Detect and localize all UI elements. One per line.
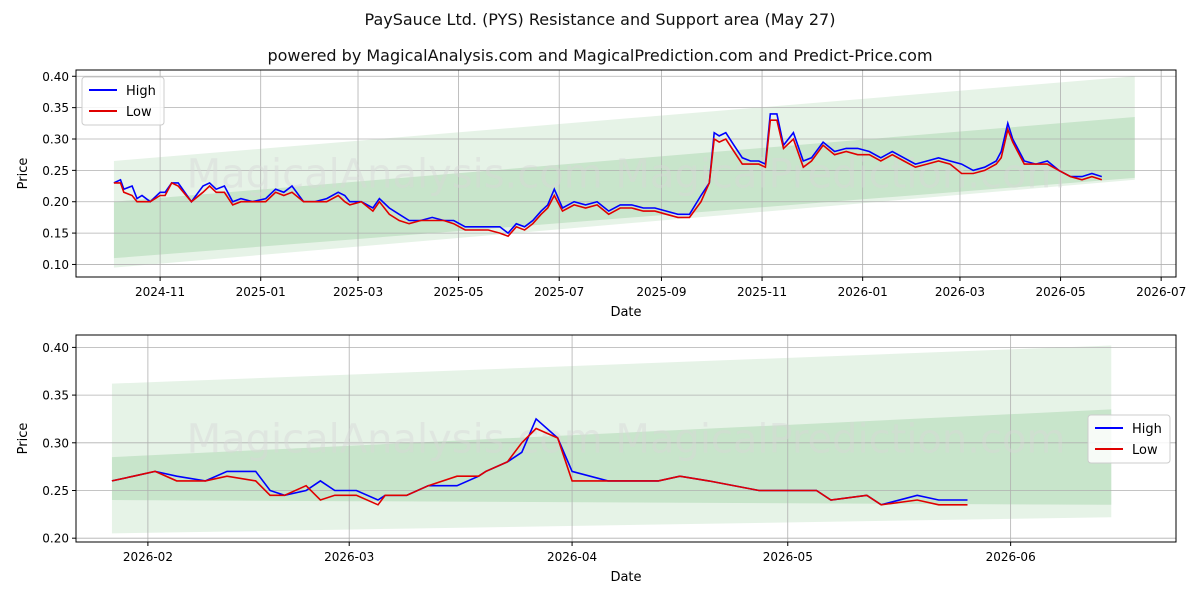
x-tick-label-1-4: 2025-07: [534, 285, 584, 299]
legend-label-high-2: High: [1132, 422, 1162, 437]
chart-panel-2: MagicalAnalysis.com MagicalPrediction.co…: [16, 334, 1177, 585]
legend-1: High Low: [81, 76, 165, 126]
y-tick-label-2-2: 0.30: [42, 436, 69, 450]
x-tick-label-1-0: 2024-11: [135, 285, 185, 299]
legend-2: High Low: [1087, 414, 1171, 464]
y-tick-label-2-4: 0.40: [42, 341, 69, 355]
x-tick-label-1-10: 2026-07: [1136, 285, 1186, 299]
y-tick-label-1-1: 0.15: [42, 227, 69, 241]
y-tick-label-1-0: 0.10: [42, 258, 69, 272]
x-tick-label-2-0: 2026-02: [123, 550, 173, 564]
y-tick-label-2-3: 0.35: [42, 389, 69, 403]
legend-label-low-2: Low: [1132, 443, 1158, 458]
y-tick-label-1-4: 0.30: [42, 133, 69, 147]
y-tick-label-2-0: 0.20: [42, 532, 69, 546]
y-axis-label-2: Price: [16, 423, 31, 455]
y-axis-label-1: Price: [16, 158, 31, 190]
y-tick-label-1-6: 0.40: [42, 70, 69, 84]
x-axis-label-2: Date: [610, 570, 641, 585]
x-tick-label-2-1: 2026-03: [324, 550, 374, 564]
x-tick-label-1-1: 2025-01: [236, 285, 286, 299]
x-tick-label-1-8: 2026-03: [935, 285, 985, 299]
x-tick-label-2-4: 2026-06: [986, 550, 1036, 564]
y-tick-label-2-1: 0.25: [42, 484, 69, 498]
x-axis-label-1: Date: [610, 305, 641, 320]
x-tick-label-1-3: 2025-05: [434, 285, 484, 299]
legend-label-high-1: High: [126, 84, 156, 99]
y-tick-label-1-5: 0.35: [42, 101, 69, 115]
chart-page: PaySauce Ltd. (PYS) Resistance and Suppo…: [0, 0, 1200, 600]
y-tick-label-1-3: 0.25: [42, 164, 69, 178]
x-tick-label-1-9: 2026-05: [1035, 285, 1085, 299]
y-tick-label-1-2: 0.20: [42, 195, 69, 209]
chart-panel-1: MagicalAnalysis.com MagicalPrediction.co…: [16, 69, 1186, 320]
x-tick-label-2-2: 2026-04: [547, 550, 597, 564]
watermark-2: MagicalAnalysis.com MagicalPrediction.co…: [187, 417, 1066, 463]
x-tick-label-1-7: 2026-01: [838, 285, 888, 299]
x-tick-label-1-2: 2025-03: [333, 285, 383, 299]
legend-label-low-1: Low: [126, 105, 152, 120]
x-tick-label-2-3: 2026-05: [763, 550, 813, 564]
x-tick-label-1-6: 2025-11: [737, 285, 787, 299]
x-tick-label-1-5: 2025-09: [636, 285, 686, 299]
chart-canvas: MagicalAnalysis.com MagicalPrediction.co…: [16, 69, 1186, 585]
